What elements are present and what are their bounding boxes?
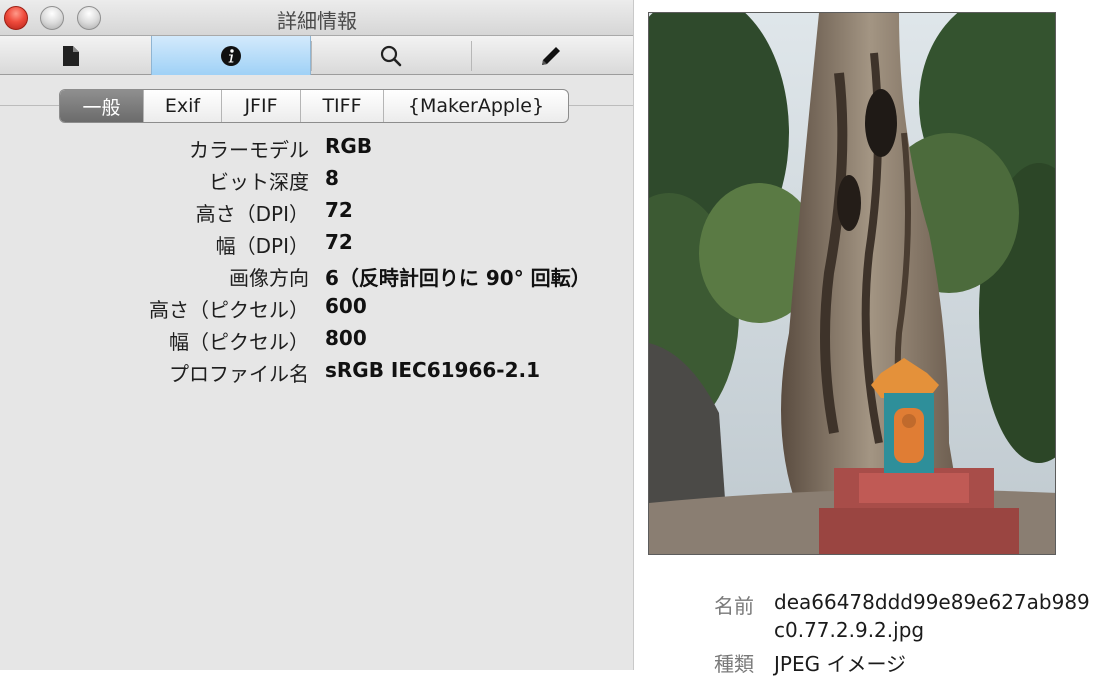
tab-makerapple[interactable]: {MakerApple} xyxy=(384,90,568,122)
property-label: プロファイル名 xyxy=(169,362,309,386)
metadata-tabs: 一般 Exif JFIF TIFF {MakerApple} xyxy=(59,89,569,123)
property-row: 高さ（DPI） 72 xyxy=(0,198,633,230)
property-row: ビット深度 8 xyxy=(0,166,633,198)
property-label: ビット深度 xyxy=(209,170,309,194)
property-value: sRGB IEC61966-2.1 xyxy=(325,358,541,382)
file-kind-label: 種類 xyxy=(714,652,754,676)
property-row: 幅（DPI） 72 xyxy=(0,230,633,262)
title-bar: 詳細情報 xyxy=(0,0,633,35)
property-value: 600 xyxy=(325,294,367,318)
property-value: 800 xyxy=(325,326,367,350)
file-name-value-continued: c0.77.2.9.2.jpg xyxy=(774,618,925,642)
pencil-icon xyxy=(542,46,560,65)
tab-tiff[interactable]: TIFF xyxy=(301,90,384,122)
property-value: 72 xyxy=(325,198,353,222)
toolbar-info-button[interactable] xyxy=(151,36,311,75)
property-row: 幅（ピクセル） 800 xyxy=(0,326,633,358)
toolbar-search-button[interactable] xyxy=(311,36,471,75)
window-title: 詳細情報 xyxy=(277,9,357,33)
image-preview xyxy=(648,12,1056,555)
property-label: カラーモデル xyxy=(189,138,309,162)
property-value: 8 xyxy=(325,166,339,190)
property-value: RGB xyxy=(325,134,373,158)
property-label: 幅（DPI） xyxy=(215,234,309,258)
tab-exif[interactable]: Exif xyxy=(144,90,222,122)
file-name-label: 名前 xyxy=(714,594,754,618)
property-value: 6（反時計回りに 90° 回転） xyxy=(325,266,591,290)
properties-list: カラーモデル RGB ビット深度 8 高さ（DPI） 72 幅（DPI） 72 … xyxy=(0,134,633,390)
property-row: 高さ（ピクセル） 600 xyxy=(0,294,633,326)
preview-photo xyxy=(649,13,1055,554)
property-row: カラーモデル RGB xyxy=(0,134,633,166)
document-icon xyxy=(63,45,79,66)
property-label: 高さ（DPI） xyxy=(195,202,309,226)
file-kind-value: JPEG イメージ xyxy=(774,652,907,676)
inspector-panel: 詳細情報 一般 Exif JFIF TIFF {MakerApple} カラーモ… xyxy=(0,0,634,670)
property-label: 幅（ピクセル） xyxy=(169,330,309,354)
file-name-value: dea66478ddd99e89e627ab989 xyxy=(774,590,1090,614)
property-value: 72 xyxy=(325,230,353,254)
property-row: 画像方向 6（反時計回りに 90° 回転） xyxy=(0,262,633,294)
property-label: 画像方向 xyxy=(229,266,309,290)
inspector-toolbar xyxy=(0,35,633,75)
toolbar-edit-button[interactable] xyxy=(471,36,631,75)
search-icon xyxy=(380,45,402,66)
property-label: 高さ（ピクセル） xyxy=(149,298,309,322)
info-icon xyxy=(221,45,241,66)
toolbar-file-button[interactable] xyxy=(0,36,151,75)
tab-jfif[interactable]: JFIF xyxy=(222,90,301,122)
property-row: プロファイル名 sRGB IEC61966-2.1 xyxy=(0,358,633,390)
tab-general[interactable]: 一般 xyxy=(60,90,144,122)
